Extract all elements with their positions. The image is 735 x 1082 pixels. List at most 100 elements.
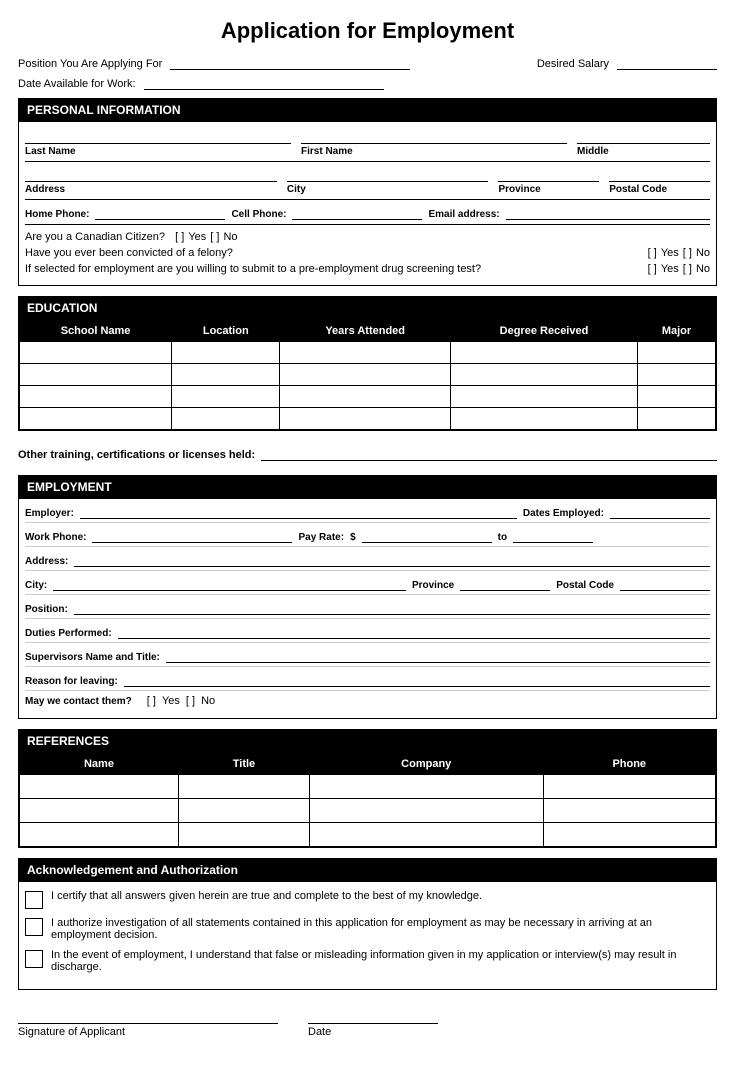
dates-employed-input[interactable]: [610, 503, 710, 519]
home-phone-input[interactable]: [95, 204, 225, 220]
ack-item-1: I certify that all answers given herein …: [25, 890, 710, 909]
pay-rate-to-input[interactable]: [513, 527, 593, 543]
citizen-no-label: No: [223, 231, 237, 243]
cell-phone-input[interactable]: [292, 204, 422, 220]
date-input[interactable]: [308, 1006, 438, 1024]
emp-contact-label: May we contact them?: [25, 696, 132, 707]
citizen-bracket-open: [ ]: [169, 231, 184, 243]
emp-province-label: Province: [412, 580, 454, 591]
other-training-label: Other training, certifications or licens…: [18, 449, 255, 461]
home-phone-label: Home Phone:: [25, 209, 89, 220]
emp-province-input[interactable]: [460, 575, 550, 591]
position-row: Position You Are Applying For Desired Sa…: [18, 54, 717, 70]
desired-salary-input[interactable]: [617, 54, 717, 70]
emp-address-row: Address:: [25, 551, 710, 571]
ack-text-2: I authorize investigation of all stateme…: [51, 917, 710, 941]
position-input[interactable]: [170, 54, 410, 70]
date-available-label: Date Available for Work:: [18, 78, 136, 90]
emp-city-row: City: Province Postal Code: [25, 575, 710, 595]
emp-reason-row: Reason for leaving:: [25, 671, 710, 691]
ref-row: [20, 799, 716, 823]
pay-rate-input[interactable]: [362, 527, 492, 543]
emp-postal-input[interactable]: [620, 575, 710, 591]
ref-header-row: Name Title Company Phone: [20, 754, 716, 775]
education-table: School Name Location Years Attended Degr…: [19, 320, 716, 430]
dollar-sign: $: [350, 532, 356, 543]
cell-phone-label: Cell Phone:: [231, 209, 286, 220]
personal-section: PERSONAL INFORMATION Last Name First Nam…: [18, 98, 717, 286]
other-training-input[interactable]: [261, 445, 717, 461]
date-available-row: Date Available for Work:: [18, 74, 717, 90]
employment-header: EMPLOYMENT: [19, 476, 716, 499]
postal-code-input[interactable]: [609, 164, 710, 182]
ack-item-2: I authorize investigation of all stateme…: [25, 917, 710, 941]
ack-checkbox-1[interactable]: [25, 891, 43, 909]
employer-label: Employer:: [25, 508, 74, 519]
city-field: City: [287, 164, 489, 195]
ref-row: [20, 775, 716, 799]
signature-field: Signature of Applicant: [18, 1006, 278, 1038]
top-fields: Position You Are Applying For Desired Sa…: [18, 54, 717, 90]
middle-label: Middle: [577, 146, 710, 157]
emp-duties-label: Duties Performed:: [25, 628, 112, 639]
address-row: Address City Province Postal Code: [25, 164, 710, 200]
desired-salary-label: Desired Salary: [537, 58, 609, 70]
edu-row: [20, 386, 716, 408]
edu-row: [20, 408, 716, 430]
drug-yes-label: Yes: [661, 263, 679, 275]
pay-rate-label: Pay Rate:: [298, 532, 344, 543]
edu-header-row: School Name Location Years Attended Degr…: [20, 321, 716, 342]
employment-content: Employer: Dates Employed: Work Phone: Pa…: [19, 499, 716, 718]
emp-city-label: City:: [25, 580, 47, 591]
ack-checkbox-3[interactable]: [25, 950, 43, 968]
ref-col-name: Name: [20, 754, 179, 775]
employer-input[interactable]: [80, 503, 517, 519]
felony-yes-label: Yes: [661, 247, 679, 259]
ack-checkbox-2[interactable]: [25, 918, 43, 936]
emp-city-input[interactable]: [53, 575, 406, 591]
last-name-label: Last Name: [25, 146, 291, 157]
middle-field: Middle: [577, 126, 710, 157]
work-phone-input[interactable]: [92, 527, 292, 543]
signature-row: Signature of Applicant Date: [18, 1000, 717, 1038]
email-input[interactable]: [506, 204, 710, 220]
emp-position-input[interactable]: [74, 599, 710, 615]
drug-bracket-no: [ ]: [683, 263, 692, 275]
city-input[interactable]: [287, 164, 489, 182]
education-header: EDUCATION: [19, 297, 716, 320]
other-training-row: Other training, certifications or licens…: [18, 441, 717, 465]
emp-reason-label: Reason for leaving:: [25, 676, 118, 687]
edu-row: [20, 342, 716, 364]
last-name-input[interactable]: [25, 126, 291, 144]
edu-col-location: Location: [172, 321, 280, 342]
emp-duties-input[interactable]: [118, 623, 710, 639]
employer-row: Employer: Dates Employed:: [25, 503, 710, 523]
ack-text-1: I certify that all answers given herein …: [51, 890, 482, 902]
postal-code-label: Postal Code: [609, 184, 710, 195]
date-available-input[interactable]: [144, 74, 384, 90]
ack-content: I certify that all answers given herein …: [19, 882, 716, 989]
felony-bracket-no: [ ]: [683, 247, 692, 259]
felony-row: Have you ever been convicted of a felony…: [25, 247, 710, 259]
drug-question: If selected for employment are you willi…: [25, 263, 481, 275]
ref-tbody: [20, 775, 716, 847]
ref-col-title: Title: [178, 754, 309, 775]
work-phone-label: Work Phone:: [25, 532, 86, 543]
signature-input[interactable]: [18, 1006, 278, 1024]
ack-text-3: In the event of employment, I understand…: [51, 949, 710, 973]
emp-supervisor-input[interactable]: [166, 647, 710, 663]
phone-row: Home Phone: Cell Phone: Email address:: [25, 204, 710, 225]
emp-position-label: Position:: [25, 604, 68, 615]
first-name-input[interactable]: [301, 126, 567, 144]
province-input[interactable]: [498, 164, 599, 182]
last-name-field: Last Name: [25, 126, 291, 157]
first-name-field: First Name: [301, 126, 567, 157]
middle-input[interactable]: [577, 126, 710, 144]
address-field: Address: [25, 164, 277, 195]
emp-reason-input[interactable]: [124, 671, 710, 687]
emp-address-label: Address:: [25, 556, 68, 567]
date-label: Date: [308, 1026, 438, 1038]
emp-address-input[interactable]: [74, 551, 710, 567]
address-input[interactable]: [25, 164, 277, 182]
contact-bracket-yes: [ ]: [144, 695, 156, 707]
